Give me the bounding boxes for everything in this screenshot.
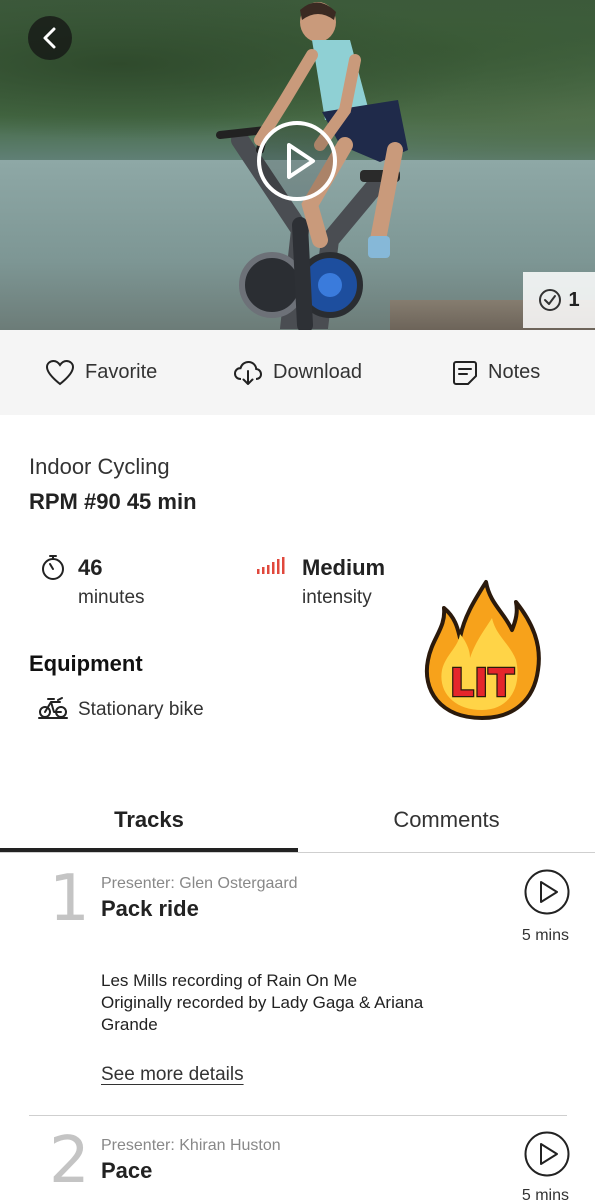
track-presenter: Presenter: Glen Ostergaard	[101, 875, 298, 892]
track-divider	[29, 1115, 567, 1116]
lit-fire-sticker: LIT	[424, 580, 541, 720]
play-track-icon[interactable]	[524, 869, 570, 915]
track-description-line: Les Mills recording of Rain On Me	[101, 971, 358, 990]
tabs-divider	[0, 852, 595, 853]
intensity-label: intensity	[302, 587, 372, 608]
intensity-value: Medium	[302, 555, 386, 580]
see-more-details-link[interactable]: See more details	[101, 1064, 244, 1086]
tab-comments[interactable]: Comments	[298, 790, 595, 850]
cloud-download-icon	[233, 360, 263, 385]
track-description-line: Grande	[101, 1015, 158, 1034]
chevron-left-icon	[43, 27, 56, 49]
download-button[interactable]: Download	[233, 330, 362, 415]
play-video-icon[interactable]	[255, 119, 339, 203]
play-track-icon[interactable]	[524, 1131, 570, 1177]
duration-value: 46	[78, 555, 103, 580]
workout-category: Indoor Cycling	[29, 454, 170, 479]
completed-count-badge: 1	[523, 272, 595, 328]
track-title: Pack ride	[101, 896, 199, 921]
track-duration: 5 mins	[521, 927, 569, 944]
notes-label: Notes	[488, 361, 541, 383]
workout-title: RPM #90 45 min	[29, 489, 197, 514]
intensity-bars-icon	[257, 557, 285, 574]
track-title: Pace	[101, 1158, 153, 1183]
notes-icon	[453, 360, 477, 385]
equipment-heading: Equipment	[29, 651, 143, 676]
favorite-button[interactable]: Favorite	[45, 330, 157, 415]
duration-label: minutes	[78, 587, 145, 608]
track-description: Les Mills recording of Rain On Me Origin…	[101, 970, 461, 1036]
stopwatch-icon	[42, 555, 64, 580]
hero-video-thumbnail[interactable]: 1	[0, 0, 595, 330]
favorite-label: Favorite	[85, 361, 158, 383]
tab-tracks[interactable]: Tracks	[0, 790, 298, 850]
completed-count: 1	[568, 288, 580, 311]
check-circle-icon	[539, 289, 562, 311]
heart-icon	[45, 359, 75, 385]
track-description-line: Originally recorded by Lady Gaga & Arian…	[101, 993, 424, 1012]
equipment-item: Stationary bike	[78, 699, 204, 720]
track-presenter: Presenter: Khiran Huston	[101, 1137, 281, 1154]
notes-button[interactable]: Notes	[452, 330, 540, 415]
track-number: 2	[49, 1124, 90, 1198]
action-bar: Favorite Download Notes	[0, 330, 595, 415]
track-duration: 5 mins	[521, 1187, 569, 1200]
sticker-text: LIT	[450, 661, 514, 705]
content-tabs: Tracks Comments	[0, 790, 595, 854]
track-number: 1	[49, 862, 90, 936]
stationary-bike-icon	[38, 697, 68, 719]
back-button[interactable]	[28, 16, 72, 60]
download-label: Download	[273, 361, 362, 383]
